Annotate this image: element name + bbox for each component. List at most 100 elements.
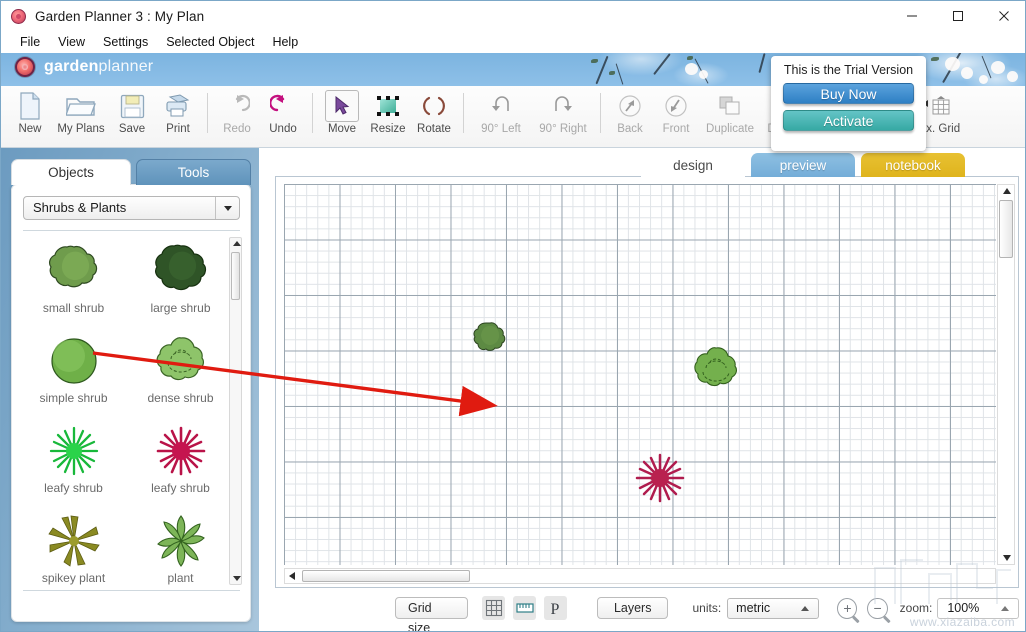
toolbar-back[interactable]: Back (607, 90, 653, 144)
objects-scrollbar[interactable] (229, 237, 242, 585)
toolbar-rotate-90-right-label: 90° Right (539, 123, 586, 135)
menu-view[interactable]: View (49, 33, 94, 51)
leafy-shrub-green-icon (46, 422, 102, 480)
menu-selected-object[interactable]: Selected Object (157, 33, 263, 51)
tab-preview[interactable]: preview (751, 153, 855, 177)
layers-button[interactable]: Layers (597, 597, 669, 619)
close-button[interactable] (981, 1, 1026, 31)
list-item-label: large shrub (150, 301, 210, 315)
menu-file[interactable]: File (11, 33, 49, 51)
list-item[interactable]: leafy shrub (20, 417, 127, 507)
objects-panel: Shrubs & Plants small shrub (11, 184, 251, 622)
design-canvas[interactable] (284, 184, 996, 565)
toolbar-new[interactable]: New (7, 90, 53, 144)
grid-icon (923, 90, 957, 122)
scroll-up-icon[interactable] (1003, 188, 1011, 194)
toolbar-save[interactable]: Save (109, 90, 155, 144)
floppy-disk-icon (120, 90, 145, 122)
ruler-icon (516, 601, 534, 615)
tab-notebook[interactable]: notebook (861, 153, 965, 177)
design-canvas-frame (275, 176, 1019, 588)
plant-icon (154, 512, 208, 570)
canvas-vertical-scrollbar[interactable] (997, 184, 1015, 565)
scroll-left-icon[interactable] (289, 572, 295, 580)
toolbar-undo-label: Undo (269, 123, 297, 135)
logo-bold: garden (44, 58, 99, 75)
category-dropdown[interactable]: Shrubs & Plants (23, 196, 240, 220)
list-item[interactable]: leafy shrub (127, 417, 234, 507)
list-item[interactable]: simple shrub (20, 327, 127, 417)
toolbar-rotate-90-left[interactable]: 90° Left (470, 90, 532, 144)
ruler-toggle-button[interactable] (513, 596, 536, 620)
toolbar-resize[interactable]: Resize (365, 90, 411, 144)
zoom-in-button[interactable]: + (837, 598, 857, 619)
toolbar-print[interactable]: Print (155, 90, 201, 144)
tab-objects[interactable]: Objects (11, 159, 131, 185)
zoom-out-icon: − (873, 601, 881, 615)
toolbar-front-label: Front (663, 123, 690, 135)
list-item-label: simple shrub (39, 391, 107, 405)
scroll-down-icon[interactable] (233, 576, 241, 581)
site-watermark: www.xiazaiba.com (910, 615, 1015, 629)
toolbar-redo[interactable]: Redo (214, 90, 260, 144)
window-title: Garden Planner 3 : My Plan (35, 9, 204, 24)
chevron-down-icon[interactable] (215, 197, 239, 219)
vertical-scroll-thumb[interactable] (999, 200, 1013, 258)
logo-flower-icon (15, 57, 35, 77)
tab-design[interactable]: design (641, 153, 745, 177)
zoom-out-button[interactable]: − (867, 598, 887, 619)
canvas-object-dense-shrub[interactable] (690, 346, 742, 399)
list-item-label: spikey plant (42, 571, 105, 585)
toolbar-rotate[interactable]: Rotate (411, 90, 457, 144)
zoom-label: zoom: (900, 601, 933, 615)
list-item[interactable]: large shrub (127, 237, 234, 327)
toolbar-my-plans[interactable]: My Plans (53, 90, 109, 144)
maximize-button[interactable] (935, 1, 981, 31)
chevron-up-icon (1001, 606, 1009, 611)
toolbar-move[interactable]: Move (319, 90, 365, 144)
scroll-down-icon[interactable] (1003, 555, 1011, 561)
logo-light: planner (99, 58, 154, 75)
cursor-arrow-icon (325, 90, 359, 122)
menu-help[interactable]: Help (263, 33, 307, 51)
tab-tools[interactable]: Tools (136, 159, 251, 185)
dense-shrub-icon (153, 332, 209, 390)
grid-size-button[interactable]: Grid size (395, 597, 468, 619)
toolbar-duplicate[interactable]: Duplicate (699, 90, 761, 144)
grid-toggle-button[interactable] (482, 596, 505, 620)
toolbar-separator (207, 93, 208, 133)
chevron-up-icon (801, 606, 809, 611)
units-dropdown[interactable]: metric (727, 598, 819, 619)
toolbar-front[interactable]: Front (653, 90, 699, 144)
scrollbar-thumb[interactable] (231, 252, 240, 300)
plan-toggle-button[interactable]: P (544, 596, 567, 620)
window-controls (889, 1, 1026, 31)
toolbar-move-label: Move (328, 123, 356, 135)
toolbar-duplicate-label: Duplicate (706, 123, 754, 135)
toolbar-undo[interactable]: Undo (260, 90, 306, 144)
canvas-object-leafy-shrub-red[interactable] (633, 452, 687, 509)
trial-title: This is the Trial Version (771, 63, 926, 77)
logo-text: gardenplanner (44, 58, 153, 76)
list-item[interactable]: plant (127, 507, 234, 585)
toolbar-save-label: Save (119, 123, 145, 135)
canvas-object-small-shrub[interactable] (472, 321, 508, 360)
minimize-button[interactable] (889, 1, 935, 31)
zoom-in-icon: + (843, 601, 851, 615)
toolbar-rotate-90-right[interactable]: 90° Right (532, 90, 594, 144)
scroll-up-icon[interactable] (233, 241, 241, 246)
activate-button[interactable]: Activate (783, 110, 914, 131)
resize-handles-icon (375, 90, 401, 122)
canvas-horizontal-scrollbar[interactable] (284, 568, 996, 584)
toolbar-print-label: Print (166, 123, 190, 135)
list-item[interactable]: small shrub (20, 237, 127, 327)
menu-settings[interactable]: Settings (94, 33, 157, 51)
folder-icon (66, 90, 96, 122)
list-item[interactable]: dense shrub (127, 327, 234, 417)
undo-arrow-icon (270, 90, 296, 122)
buy-now-button[interactable]: Buy Now (783, 83, 914, 104)
toolbar-resize-label: Resize (370, 123, 405, 135)
list-item[interactable]: spikey plant (20, 507, 127, 585)
horizontal-scroll-thumb[interactable] (302, 570, 470, 582)
rotate-left-icon (488, 90, 514, 122)
